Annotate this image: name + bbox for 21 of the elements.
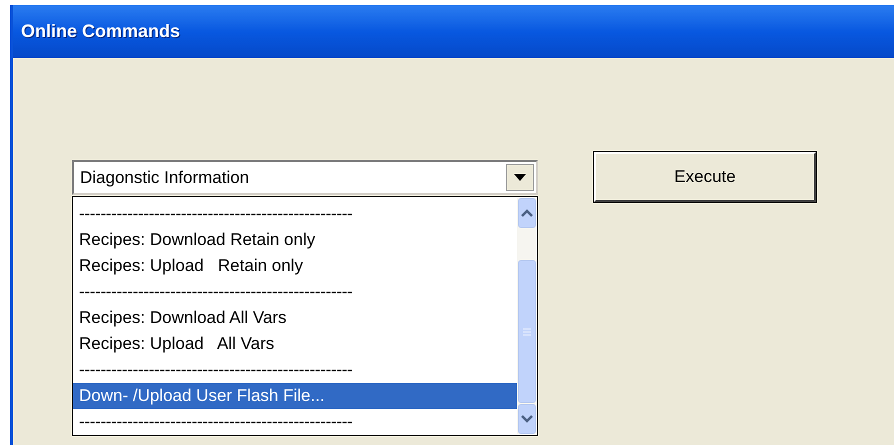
list-item[interactable]: Recipes: Upload All Vars [73, 331, 517, 357]
list-item[interactable]: Down- /Upload User Flash File... [73, 383, 517, 409]
separator: --------------------------------------------------- [78, 411, 354, 433]
caret-icon [514, 174, 526, 181]
list-item[interactable]: Recipes: Download All Vars [73, 305, 517, 331]
list-item[interactable]: Recipes: Download Retain only [73, 227, 517, 253]
chevron-down-icon [521, 415, 533, 423]
chevron-up-icon [521, 209, 533, 217]
execute-button[interactable]: Execute [594, 152, 816, 202]
scroll-up-button[interactable] [518, 198, 536, 228]
separator: --------------------------------------------------- [78, 281, 354, 303]
scrollbar[interactable] [517, 197, 537, 435]
list-item[interactable]: Recipes: Upload Retain only [73, 253, 517, 279]
window-title: Online Commands [21, 20, 180, 43]
dropdown-field[interactable]: Diagonstic Information [72, 160, 538, 195]
separator: --------------------------------------------------- [78, 359, 354, 381]
separator: --------------------------------------------------- [78, 203, 354, 225]
scroll-down-button[interactable] [518, 404, 536, 434]
dropdown-button[interactable] [506, 164, 534, 191]
scroll-thumb[interactable] [518, 260, 536, 403]
grip-icon [523, 328, 531, 336]
